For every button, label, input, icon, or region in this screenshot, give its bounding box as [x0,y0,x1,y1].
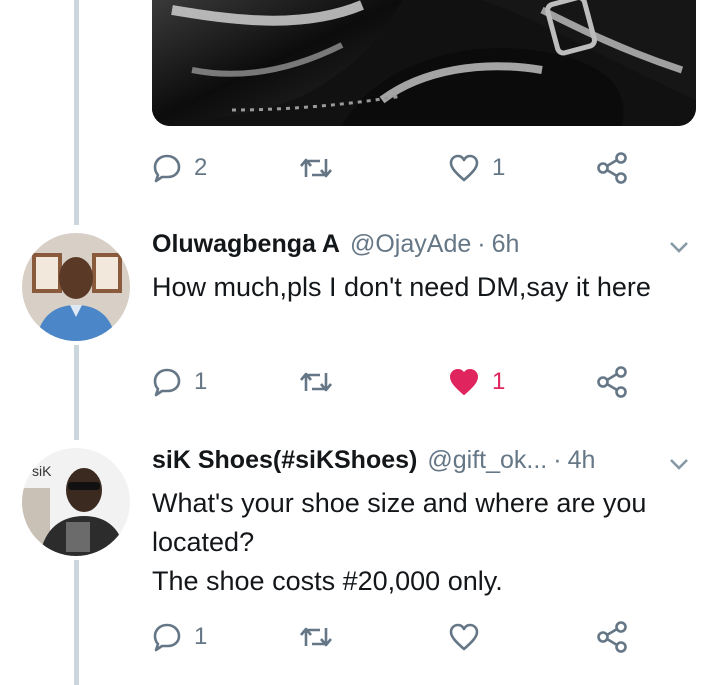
share-button[interactable] [596,362,628,402]
separator-dot: · [553,446,562,474]
reply-count: 2 [194,154,208,181]
thread-line [74,345,79,440]
avatar-photo [22,233,130,341]
heart-icon [449,154,479,182]
reply-button[interactable]: 1 [152,362,207,402]
share-icon [597,152,627,184]
reply-icon [153,368,181,397]
reply-button[interactable]: 2 [152,148,207,188]
thread-line [74,560,79,685]
avatar[interactable] [22,233,130,341]
display-name[interactable]: siK Shoes(#siKShoes) [152,446,417,475]
tweet-menu-button[interactable] [668,240,690,259]
share-button[interactable] [596,148,628,188]
timestamp[interactable]: 4h [568,446,596,475]
share-button[interactable] [596,617,628,657]
share-icon [597,366,627,398]
reply-header: siK Shoes(#siKShoes) @gift_ok... · 4h [152,446,595,475]
heart-icon [449,623,479,651]
like-count: 1 [492,368,506,395]
tweet-text-line: How much,pls I don't need DM,say it here [152,272,651,302]
username[interactable]: @OjayAde [350,230,471,259]
tweet-actions: 1 [152,617,652,657]
reply-icon [153,154,181,183]
reply-button[interactable]: 1 [152,617,207,657]
tweet-text-line: What's your shoe size and where are you [152,488,647,518]
like-count: 1 [492,154,506,181]
like-button[interactable]: 1 [448,362,505,402]
svg-text:siK: siK [32,463,52,479]
tweet-actions: 1 1 [152,362,652,402]
username[interactable]: @gift_ok... [427,446,547,475]
reply-count: 1 [194,623,208,650]
reply-header: Oluwagbenga A @OjayAde · 6h [152,230,519,259]
chevron-down-icon [670,459,688,470]
retweet-button[interactable] [298,148,334,188]
retweet-button[interactable] [298,617,334,657]
retweet-icon [300,627,332,647]
tweet-text: How much,pls I don't need DM,say it here [152,268,697,307]
reply-count: 1 [194,368,208,395]
tweet-text-line: The shoe costs #20,000 only. [152,566,503,596]
shoe-photo [152,0,696,126]
tweet-actions: 2 1 [152,148,652,188]
like-button[interactable]: 1 [448,148,505,188]
like-button[interactable] [448,617,480,657]
reply-icon [153,623,181,652]
retweet-button[interactable] [298,362,334,402]
tweet-menu-button[interactable] [668,457,690,476]
thread-line [74,0,79,225]
chevron-down-icon [670,242,688,253]
display-name[interactable]: Oluwagbenga A [152,230,340,259]
avatar[interactable]: siK [22,448,130,556]
retweet-icon [300,158,332,178]
tweet-text-line: located? [152,527,255,557]
heart-icon [450,369,478,395]
share-icon [597,621,627,653]
tweet-media-image[interactable] [152,0,696,126]
avatar-photo: siK [22,448,130,556]
timestamp[interactable]: 6h [492,230,520,259]
separator-dot: · [477,230,486,258]
tweet-text: What's your shoe size and where are you … [152,484,697,601]
retweet-icon [300,372,332,392]
